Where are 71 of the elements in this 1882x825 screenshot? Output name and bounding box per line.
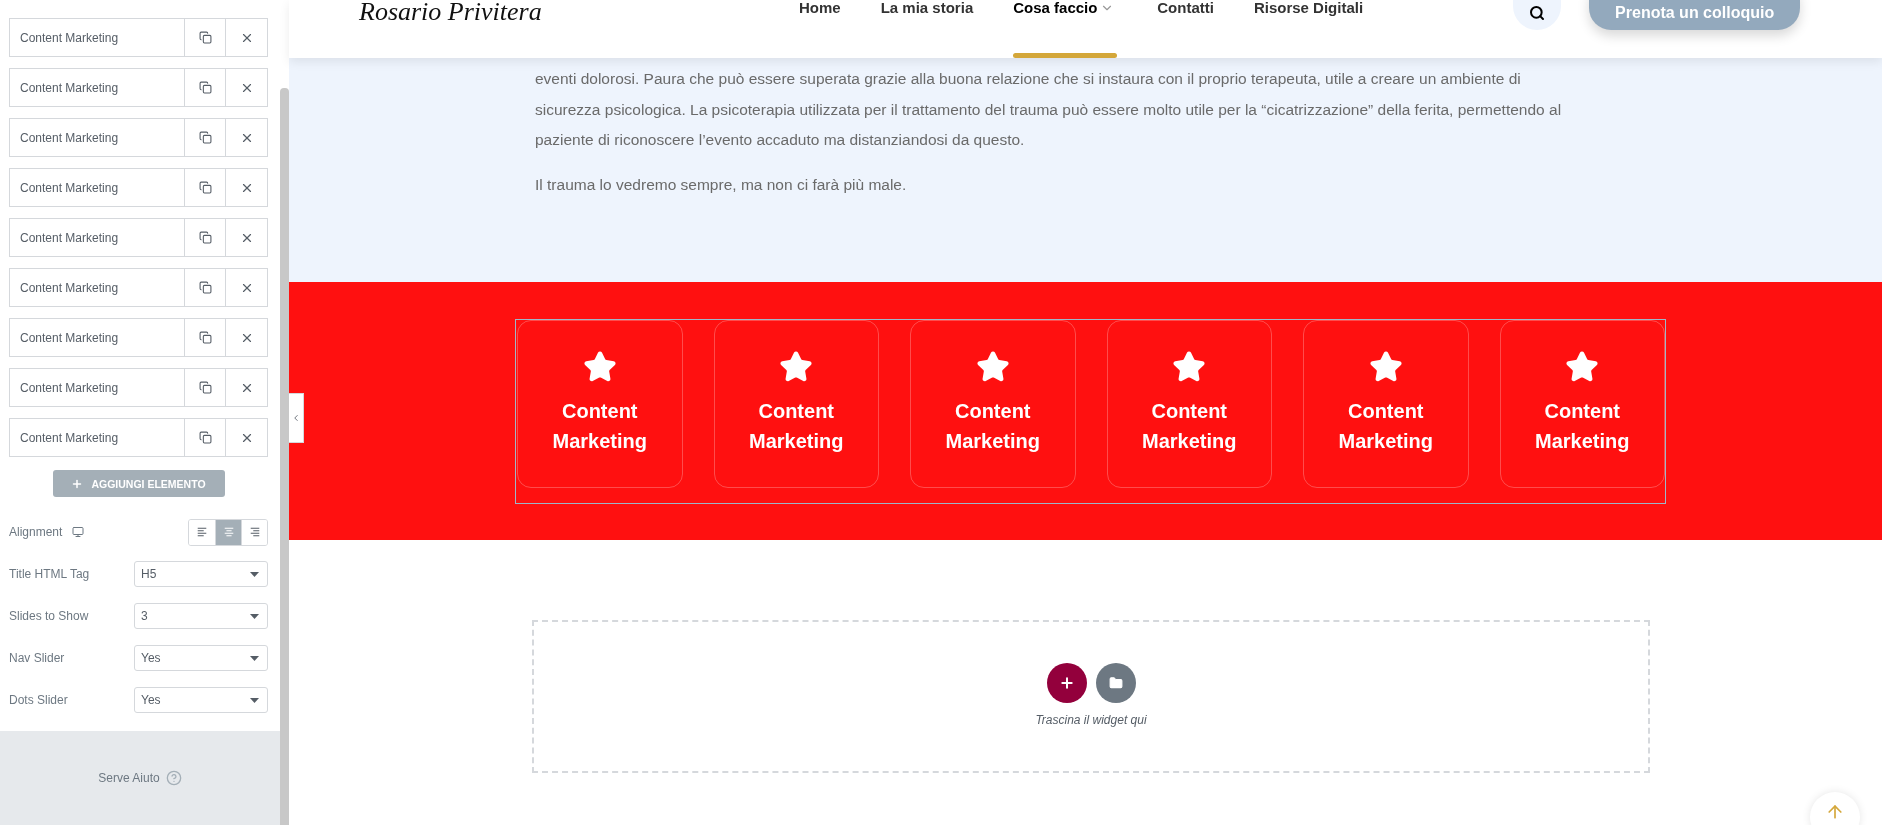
select-field[interactable]: H5 [134,561,268,587]
repeater-item[interactable]: Content Marketing [9,368,268,407]
repeater-item[interactable]: Content Marketing [9,318,268,357]
nav-link[interactable]: Contatti [1157,0,1214,16]
repeater-item[interactable]: Content Marketing [9,68,268,107]
card-title: Content Marketing [1337,398,1434,454]
field-label: Alignment [9,525,63,539]
star-icon [1565,349,1600,384]
folder-icon [1108,676,1123,690]
logo[interactable]: Rosario Privitera [359,0,659,26]
align-button[interactable] [241,519,267,545]
repeater-item[interactable]: Content Marketing [9,168,268,207]
select-field[interactable]: 3 [134,603,268,629]
nav-link[interactable]: Risorse Digitali [1253,0,1364,16]
chevron-icon [291,413,301,423]
caret-icon [250,571,259,577]
copy-icon [198,281,212,294]
copy-icon [198,31,212,44]
search-button[interactable] [1513,0,1562,30]
add-section-button[interactable] [1046,663,1087,703]
copy-icon [198,81,212,94]
star-icon [779,349,814,384]
drop-hint: Trascina il widget qui [1035,713,1147,727]
template-button[interactable] [1095,663,1136,703]
collapse-panel-button[interactable] [289,393,304,443]
copy-icon [198,431,212,444]
drop-zone[interactable]: Trascina il widget qui [532,620,1650,773]
copy-icon [198,131,212,144]
field-label: Title HTML Tag [9,567,90,581]
card-title: Content Marketing [1141,398,1238,454]
repeater-item[interactable]: Content Marketing [9,218,268,257]
field-label: Slides to Show [9,609,89,623]
field-label: Dots Slider [9,693,68,707]
select-field[interactable]: Yes [134,687,268,713]
copy-icon [198,381,212,394]
copy-icon [198,331,212,344]
caret-icon [250,697,259,703]
desktop-icon [72,526,85,538]
star-icon [975,349,1010,384]
nav-link[interactable]: Home [799,0,841,16]
star-icon [1172,349,1207,384]
star-icon [582,349,617,384]
copy-icon [198,231,212,244]
search-icon [1529,4,1546,21]
card-title: Content Marketing [748,398,845,454]
select-field[interactable]: Yes [134,645,268,671]
scrollbar[interactable] [280,88,289,825]
repeater-item[interactable]: Content Marketing [9,18,268,57]
card-title: Content Marketing [1534,398,1631,454]
field-label: Nav Slider [9,651,65,665]
nav-link[interactable]: La mia storia [880,0,974,16]
help-icon[interactable] [165,770,182,786]
paragraph: Il trauma lo vedremo sempre, ma non ci farà più male. [535,174,908,195]
help-link[interactable]: Serve Aiuto [98,771,160,785]
repeater-item[interactable]: Content Marketing [9,268,268,307]
repeater-item[interactable]: Content Marketing [9,418,268,457]
star-icon [1368,349,1403,384]
plus-icon [71,477,84,490]
paragraph: eventi dolorosi. Paura che può essere superata grazie alla buona relazione che si instaura con il proprio terapeuta, utile a creare un ambiente di sicurezza psicologica. La psicoterapia utilizzata per il trattamento del trauma può essere molto utile per la “cicatrizzazione” della ferita, permettendo al paziente di riconoscere l’evento accaduto ma distanziandosi da questo. [535,69,1563,150]
repeater-item[interactable]: Content Marketing [9,118,268,157]
plus-icon [1058,675,1075,691]
align-icon [196,527,208,537]
align-button[interactable] [215,519,241,545]
nav-link[interactable]: Cosa faccio [1013,0,1115,16]
card-title: Content Marketing [944,398,1041,454]
align-icon [222,527,235,537]
copy-icon [198,181,212,194]
align-icon [248,527,261,537]
caret-icon [250,613,259,619]
card-title: Content Marketing [551,398,648,454]
caret-icon [250,655,259,661]
